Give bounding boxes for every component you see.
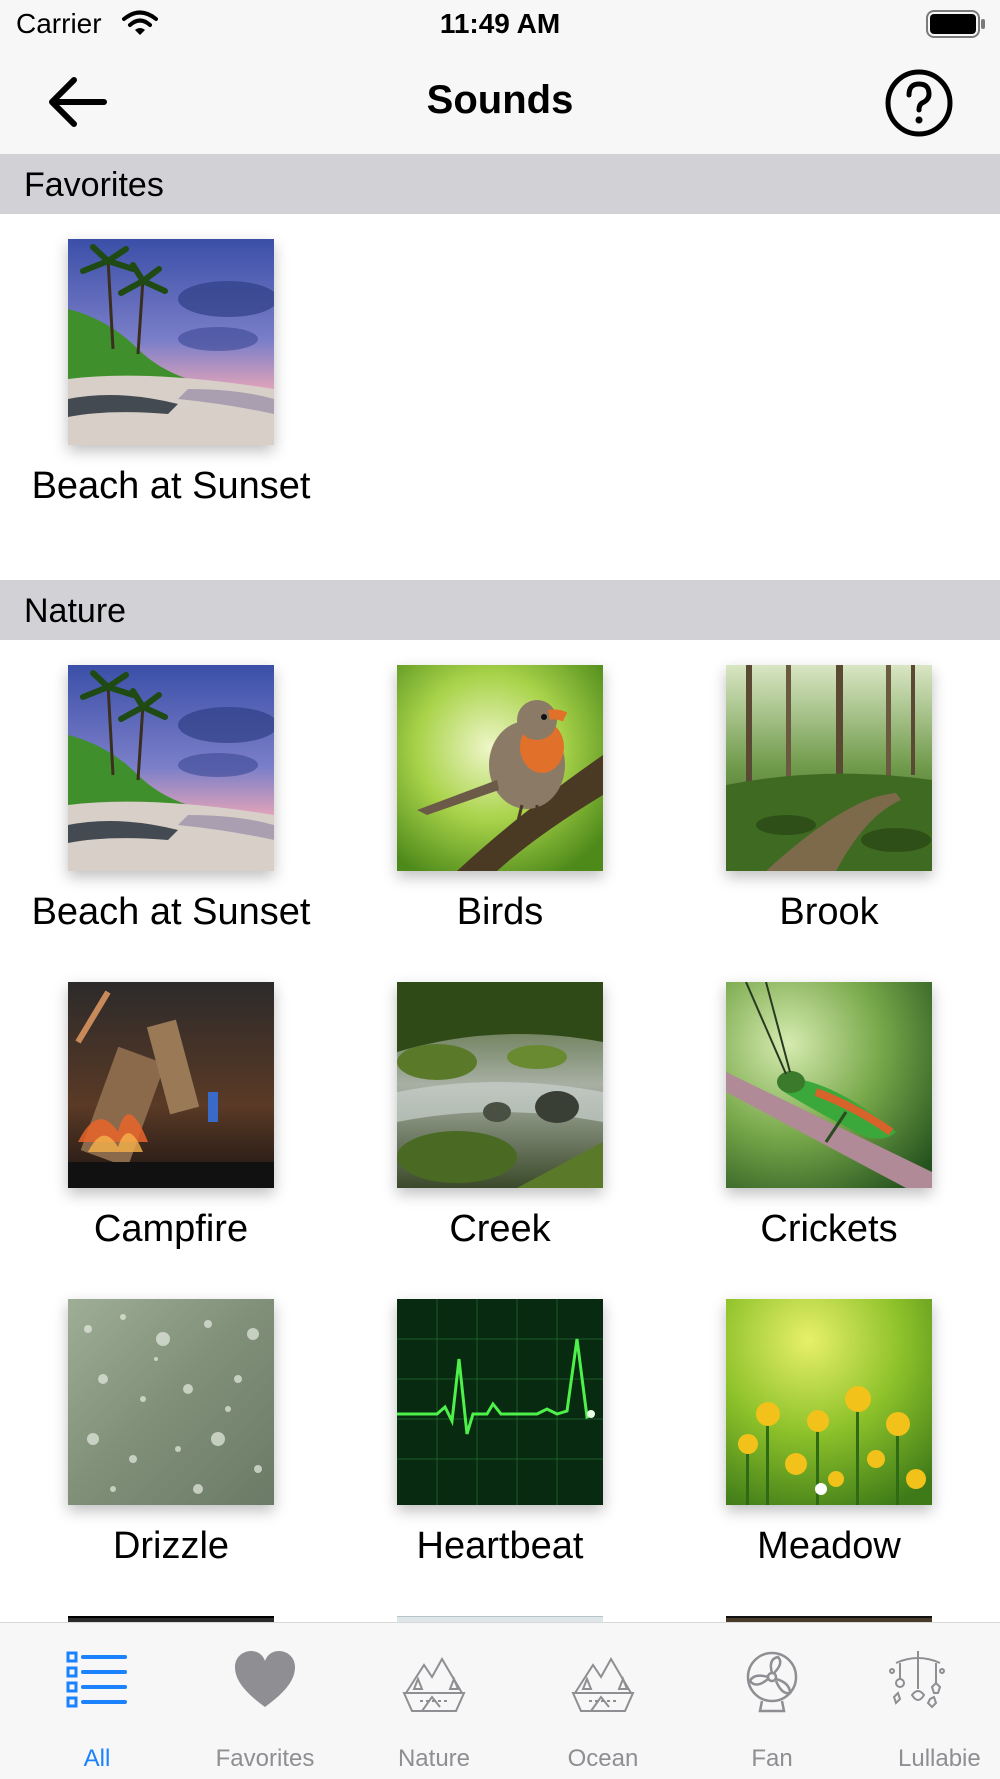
list-icon bbox=[66, 1651, 127, 1708]
sound-tile-crickets[interactable]: Crickets bbox=[658, 982, 988, 1282]
status-bar: Carrier 11:49 AM bbox=[0, 0, 1000, 50]
sound-label: Meadow bbox=[757, 1525, 901, 1567]
sound-label: Beach at Sunset bbox=[31, 891, 311, 933]
navigation-bar: Sounds bbox=[0, 50, 1000, 154]
beach-sunset-image bbox=[68, 665, 274, 871]
sound-tile-brook[interactable]: Brook bbox=[658, 665, 988, 965]
tab-label: Lullabie bbox=[898, 1745, 981, 1772]
tab-label: Nature bbox=[397, 1745, 471, 1772]
help-button[interactable] bbox=[884, 68, 954, 138]
tab-lullabies[interactable]: Lullabie bbox=[856, 1623, 1000, 1779]
ecg-monitor-image bbox=[397, 1299, 603, 1505]
sound-label: Campfire bbox=[93, 1208, 249, 1250]
forest-brook-image bbox=[726, 665, 932, 871]
campfire-image bbox=[68, 982, 274, 1188]
ocean-scene-icon bbox=[571, 1656, 635, 1712]
robin-bird-image bbox=[397, 665, 603, 871]
grasshopper-image bbox=[726, 982, 932, 1188]
tab-label: All bbox=[83, 1745, 111, 1772]
sound-tile-creek[interactable]: Creek bbox=[329, 982, 659, 1282]
section-header-favorites: Favorites bbox=[0, 154, 1000, 214]
tab-nature[interactable]: Nature bbox=[349, 1623, 519, 1779]
sound-label: Crickets bbox=[760, 1208, 898, 1250]
section-title: Favorites bbox=[24, 166, 164, 204]
page-title: Sounds bbox=[426, 78, 574, 122]
sound-label: Beach at Sunset bbox=[31, 465, 311, 507]
nature-scene-icon bbox=[402, 1656, 466, 1712]
beach-sunset-image bbox=[68, 239, 274, 445]
sound-tile-meadow[interactable]: Meadow bbox=[658, 1299, 988, 1599]
tab-fan[interactable]: Fan bbox=[687, 1623, 857, 1779]
tab-favorites[interactable]: Favorites bbox=[180, 1623, 350, 1779]
heart-icon bbox=[235, 1651, 295, 1707]
sound-label: Birds bbox=[456, 891, 544, 933]
sound-label: Brook bbox=[779, 891, 879, 933]
raindrops-window-image bbox=[68, 1299, 274, 1505]
section-title: Nature bbox=[24, 592, 127, 630]
tab-label: Fan bbox=[751, 1745, 793, 1772]
sound-tile-beach-at-sunset[interactable]: Beach at Sunset bbox=[0, 239, 330, 539]
mossy-creek-image bbox=[397, 982, 603, 1188]
section-header-nature: Nature bbox=[0, 580, 1000, 640]
tab-label: Favorites bbox=[215, 1745, 315, 1772]
sound-tile-campfire[interactable]: Campfire bbox=[0, 982, 330, 1282]
sound-label: Drizzle bbox=[112, 1525, 230, 1567]
question-circle-icon bbox=[885, 69, 953, 137]
tab-all[interactable]: All bbox=[12, 1623, 182, 1779]
sound-label: Creek bbox=[449, 1208, 551, 1250]
sound-label: Heartbeat bbox=[416, 1525, 584, 1567]
fan-icon bbox=[746, 1651, 798, 1713]
tab-bar: All Favorites Nature Ocean Fan Lullabie bbox=[0, 1622, 1000, 1779]
sound-tile-beach-at-sunset[interactable]: Beach at Sunset bbox=[0, 665, 330, 965]
sound-tile-birds[interactable]: Birds bbox=[329, 665, 659, 965]
yellow-flowers-image bbox=[726, 1299, 932, 1505]
tab-ocean[interactable]: Ocean bbox=[518, 1623, 688, 1779]
tab-label: Ocean bbox=[567, 1745, 639, 1772]
lullaby-mobile-icon bbox=[889, 1651, 945, 1709]
sound-tile-drizzle[interactable]: Drizzle bbox=[0, 1299, 330, 1599]
battery-icon bbox=[926, 10, 986, 43]
sound-tile-heartbeat[interactable]: Heartbeat bbox=[329, 1299, 659, 1599]
status-time: 11:49 AM bbox=[439, 8, 561, 39]
